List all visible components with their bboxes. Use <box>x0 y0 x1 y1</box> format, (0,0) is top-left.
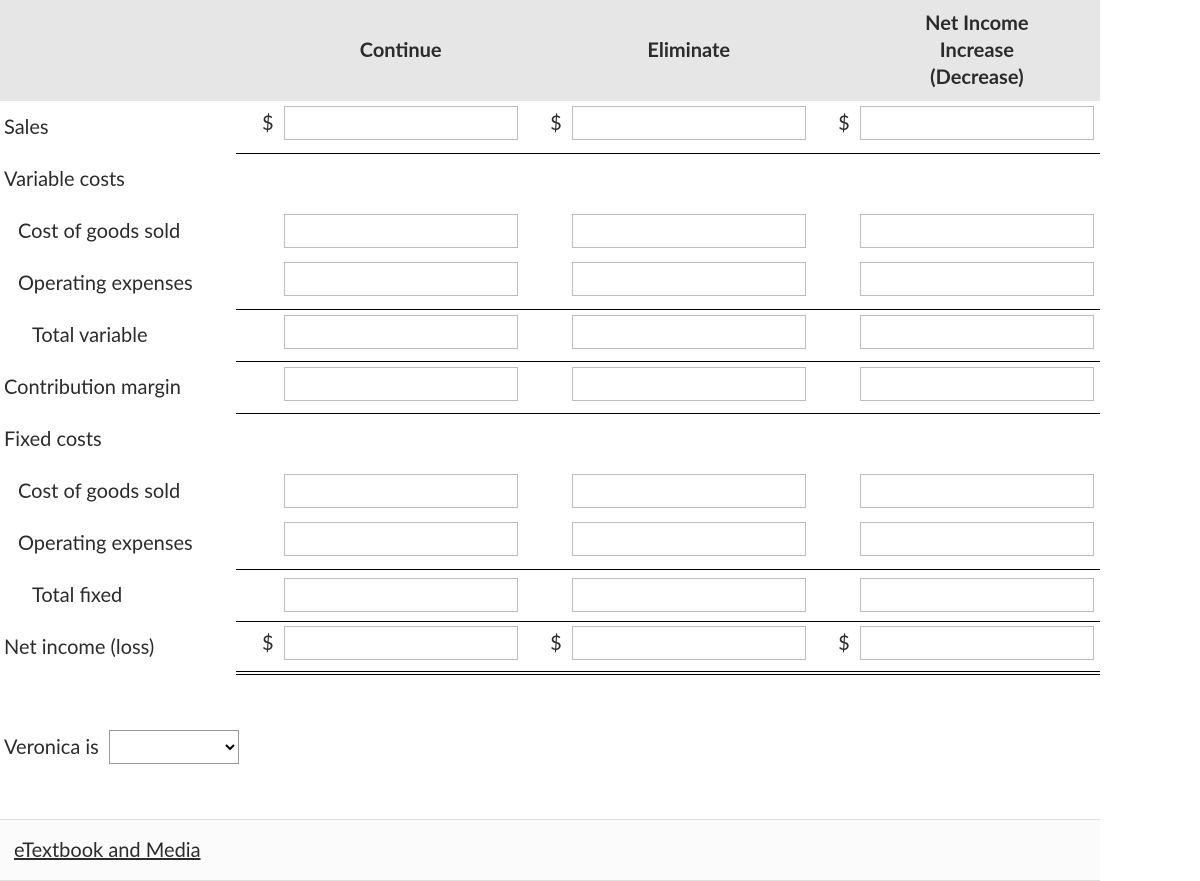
row-label: Cost of goods sold <box>0 205 236 257</box>
currency-symbol <box>812 517 854 569</box>
etextbook-bar: eTextbook and Media <box>0 819 1100 881</box>
currency-symbol <box>236 257 278 309</box>
input-vc-total-col1[interactable] <box>572 315 806 349</box>
col-header-eliminate: Eliminate <box>566 0 812 101</box>
veronica-label: Veronica is <box>4 735 99 759</box>
input-net-income-col2[interactable] <box>860 626 1094 660</box>
currency-symbol: $ <box>812 101 854 153</box>
input-vc-opex-col2[interactable] <box>860 262 1094 296</box>
incremental-analysis-table: Continue Eliminate Net IncomeIncrease(De… <box>0 0 1100 675</box>
currency-symbol <box>812 465 854 517</box>
input-fc-opex-col0[interactable] <box>284 522 518 556</box>
currency-symbol <box>236 361 278 413</box>
currency-symbol <box>524 517 566 569</box>
row-contribution-margin: Contribution margin <box>0 361 1100 413</box>
row-label: Fixed costs <box>0 413 236 465</box>
row-label: Total fixed <box>0 569 236 621</box>
input-vc-cogs-col2[interactable] <box>860 214 1094 248</box>
row-fixed-costs-hdr: Fixed costs <box>0 413 1100 465</box>
currency-symbol <box>812 361 854 413</box>
input-fc-total-col0[interactable] <box>284 578 518 612</box>
currency-symbol: $ <box>236 101 278 153</box>
input-contribution-margin-col2[interactable] <box>860 367 1094 401</box>
currency-symbol: $ <box>524 101 566 153</box>
currency-symbol <box>236 309 278 361</box>
input-fc-total-col2[interactable] <box>860 578 1094 612</box>
currency-symbol <box>812 569 854 621</box>
input-fc-cogs-col0[interactable] <box>284 474 518 508</box>
veronica-select[interactable] <box>109 730 239 764</box>
currency-symbol <box>524 361 566 413</box>
row-label: Cost of goods sold <box>0 465 236 517</box>
currency-symbol <box>812 413 854 465</box>
row-fc-opex: Operating expenses <box>0 517 1100 569</box>
currency-symbol <box>524 309 566 361</box>
row-fc-cogs: Cost of goods sold <box>0 465 1100 517</box>
currency-symbol: $ <box>236 621 278 673</box>
currency-symbol <box>524 153 566 205</box>
row-label: Variable costs <box>0 153 236 205</box>
currency-symbol <box>236 153 278 205</box>
input-vc-total-col2[interactable] <box>860 315 1094 349</box>
row-fc-total: Total fixed <box>0 569 1100 621</box>
currency-symbol <box>524 205 566 257</box>
input-net-income-col0[interactable] <box>284 626 518 660</box>
currency-symbol <box>524 413 566 465</box>
col-header-continue: Continue <box>278 0 524 101</box>
currency-symbol <box>812 257 854 309</box>
currency-symbol <box>236 413 278 465</box>
input-sales-col1[interactable] <box>572 106 806 140</box>
input-vc-total-col0[interactable] <box>284 315 518 349</box>
input-fc-opex-col2[interactable] <box>860 522 1094 556</box>
currency-symbol <box>236 517 278 569</box>
row-label: Sales <box>0 101 236 153</box>
row-sales: Sales$$$ <box>0 101 1100 153</box>
input-contribution-margin-col1[interactable] <box>572 367 806 401</box>
currency-symbol <box>524 569 566 621</box>
row-vc-cogs: Cost of goods sold <box>0 205 1100 257</box>
row-variable-costs-hdr: Variable costs <box>0 153 1100 205</box>
col-header-netincome: Net IncomeIncrease(Decrease) <box>854 0 1100 101</box>
currency-symbol <box>524 257 566 309</box>
row-label: Operating expenses <box>0 257 236 309</box>
input-sales-col0[interactable] <box>284 106 518 140</box>
currency-symbol <box>524 465 566 517</box>
input-net-income-col1[interactable] <box>572 626 806 660</box>
row-label: Contribution margin <box>0 361 236 413</box>
currency-symbol <box>812 309 854 361</box>
table-header-row: Continue Eliminate Net IncomeIncrease(De… <box>0 0 1100 101</box>
input-fc-cogs-col2[interactable] <box>860 474 1094 508</box>
row-vc-total: Total variable <box>0 309 1100 361</box>
row-net-income: Net income (loss)$$$ <box>0 621 1100 673</box>
currency-symbol <box>812 205 854 257</box>
row-label: Net income (loss) <box>0 621 236 673</box>
input-fc-cogs-col1[interactable] <box>572 474 806 508</box>
currency-symbol: $ <box>812 621 854 673</box>
veronica-row: Veronica is <box>0 730 1100 764</box>
etextbook-link[interactable]: eTextbook and Media <box>14 838 201 862</box>
input-vc-cogs-col1[interactable] <box>572 214 806 248</box>
row-label: Operating expenses <box>0 517 236 569</box>
input-vc-opex-col1[interactable] <box>572 262 806 296</box>
currency-symbol <box>812 153 854 205</box>
currency-symbol <box>236 569 278 621</box>
currency-symbol: $ <box>524 621 566 673</box>
row-vc-opex: Operating expenses <box>0 257 1100 309</box>
input-vc-opex-col0[interactable] <box>284 262 518 296</box>
input-fc-opex-col1[interactable] <box>572 522 806 556</box>
input-sales-col2[interactable] <box>860 106 1094 140</box>
input-vc-cogs-col0[interactable] <box>284 214 518 248</box>
currency-symbol <box>236 465 278 517</box>
input-contribution-margin-col0[interactable] <box>284 367 518 401</box>
row-label: Total variable <box>0 309 236 361</box>
currency-symbol <box>236 205 278 257</box>
input-fc-total-col1[interactable] <box>572 578 806 612</box>
